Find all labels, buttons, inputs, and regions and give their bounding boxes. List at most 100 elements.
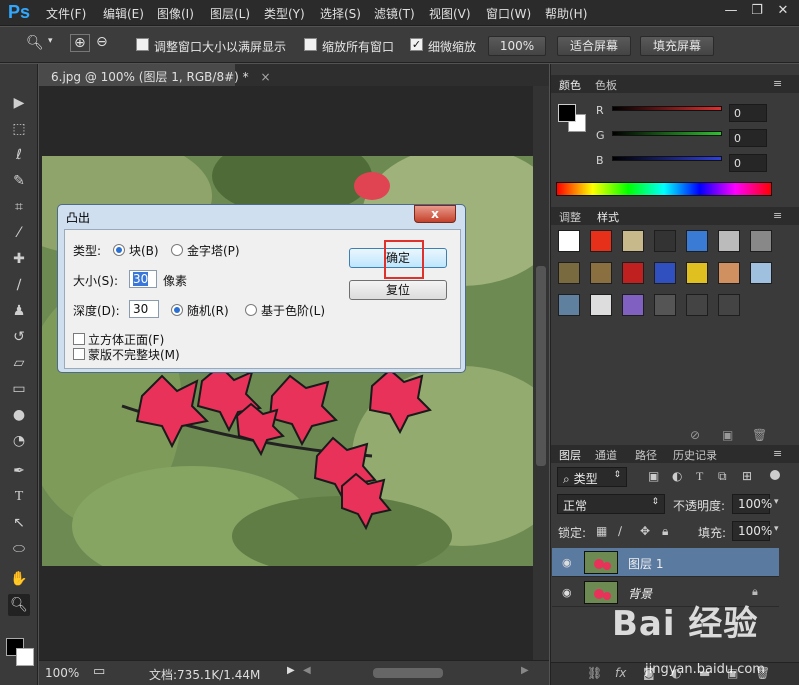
quick-select-tool-icon[interactable]: ✎	[8, 170, 30, 192]
type-block-label[interactable]: 块(B)	[129, 242, 159, 259]
pen-tool-icon[interactable]: ✒	[8, 460, 30, 482]
path-select-tool-icon[interactable]: ↖	[8, 512, 30, 534]
document-tab[interactable]: 6.jpg @ 100% (图层 1, RGB/8#) * ×	[39, 64, 271, 86]
lock-pixels-icon[interactable]: ∕	[618, 524, 622, 538]
menu-filter[interactable]: 滤镜(T)	[374, 5, 415, 22]
style-swatch[interactable]	[686, 230, 708, 252]
status-icon[interactable]: ▭	[93, 664, 105, 679]
blue-slider[interactable]	[612, 156, 722, 161]
marquee-tool-icon[interactable]: ⬚	[8, 118, 30, 140]
style-swatch[interactable]	[622, 262, 644, 284]
blue-value[interactable]: 0	[729, 154, 767, 172]
tab-styles[interactable]: 样式	[597, 209, 619, 225]
horizontal-scroll-thumb[interactable]	[373, 668, 443, 678]
blend-mode-dropdown[interactable]: 正常 ⇕	[557, 494, 665, 514]
style-swatch[interactable]	[558, 230, 580, 252]
style-swatch[interactable]	[750, 230, 772, 252]
lock-transparent-icon[interactable]: ▦	[596, 524, 607, 538]
type-pyramid-radio[interactable]	[171, 244, 183, 256]
tab-channels[interactable]: 通道	[595, 447, 617, 463]
percent-100-button[interactable]: 100%	[488, 36, 546, 56]
style-swatch[interactable]	[590, 262, 612, 284]
panel-menu-icon[interactable]: ≡	[773, 447, 782, 460]
menu-view[interactable]: 视图(V)	[429, 5, 471, 22]
depth-input[interactable]: 30	[129, 300, 159, 318]
menu-edit[interactable]: 编辑(E)	[103, 5, 144, 22]
filter-toggle-icon[interactable]	[770, 470, 780, 480]
dodge-tool-icon[interactable]: ◔	[8, 430, 30, 452]
chevron-down-icon[interactable]: ▾	[48, 36, 53, 46]
menu-type[interactable]: 类型(Y)	[264, 5, 305, 22]
eraser-tool-icon[interactable]: ▱	[8, 352, 30, 374]
zoom-tool-icon[interactable]: 🔍︎	[26, 35, 44, 51]
size-input[interactable]: 30	[129, 270, 157, 288]
filter-shape-icon[interactable]: ⧉	[718, 469, 727, 484]
brush-tool-icon[interactable]: ∕	[8, 274, 30, 296]
style-swatch[interactable]	[590, 294, 612, 316]
filter-smart-object-icon[interactable]: ⊞	[742, 469, 752, 483]
hand-tool-icon[interactable]: ✋	[8, 568, 30, 590]
menu-help[interactable]: 帮助(H)	[545, 5, 587, 22]
link-layers-icon[interactable]: ⛓	[587, 666, 602, 680]
tab-swatches[interactable]: 色板	[595, 77, 617, 93]
lock-all-icon[interactable]: 🔒︎	[662, 524, 668, 539]
filter-pixel-icon[interactable]: ▣	[648, 469, 659, 483]
filter-type-icon[interactable]: T	[696, 469, 703, 484]
lock-position-icon[interactable]: ✥	[640, 524, 650, 538]
tab-layers[interactable]: 图层	[559, 447, 581, 463]
tab-color[interactable]: 颜色	[559, 77, 581, 93]
move-tool-icon[interactable]: ▶	[8, 92, 30, 114]
lasso-tool-icon[interactable]: ℓ	[8, 144, 30, 166]
style-swatch[interactable]	[750, 262, 772, 284]
depth-random-label[interactable]: 随机(R)	[187, 302, 229, 319]
restore-icon[interactable]: ❐	[746, 2, 768, 20]
filter-adjustment-icon[interactable]: ◐	[672, 469, 682, 483]
blur-tool-icon[interactable]: ●	[8, 404, 30, 426]
scrubby-zoom-checkbox[interactable]: ✓	[410, 38, 423, 51]
red-slider[interactable]	[612, 106, 722, 111]
crop-tool-icon[interactable]: ⌗	[8, 196, 30, 218]
scroll-right-icon[interactable]: ▶	[521, 665, 529, 676]
tab-history[interactable]: 历史记录	[673, 447, 717, 463]
layer-row-layer1[interactable]: ◉ 图层 1	[552, 548, 779, 577]
opacity-input[interactable]: 100%	[732, 494, 772, 514]
dialog-close-button[interactable]: x	[414, 205, 456, 223]
new-style-icon[interactable]: ▣	[722, 428, 733, 442]
zoom-all-windows-checkbox[interactable]	[304, 38, 317, 51]
style-swatch[interactable]	[686, 294, 708, 316]
fill-dropdown-arrow-icon[interactable]: ▾	[774, 524, 779, 534]
layer-name[interactable]: 图层 1	[628, 555, 663, 572]
style-swatch[interactable]	[718, 262, 740, 284]
close-icon[interactable]: ✕	[772, 2, 794, 20]
style-swatch[interactable]	[590, 230, 612, 252]
fx-icon[interactable]: fx	[615, 666, 626, 680]
zoom-tool-active-icon[interactable]: 🔍︎	[8, 594, 30, 616]
style-swatch[interactable]	[718, 294, 740, 316]
trash-icon[interactable]: 🗑︎	[752, 428, 767, 442]
type-tool-icon[interactable]: T	[8, 486, 30, 508]
mask-incomplete-checkbox[interactable]	[73, 348, 85, 360]
panel-menu-icon[interactable]: ≡	[773, 209, 782, 222]
menu-window[interactable]: 窗口(W)	[486, 5, 531, 22]
mask-incomplete-label[interactable]: 蒙版不完整块(M)	[88, 346, 180, 363]
style-swatch[interactable]	[718, 230, 740, 252]
style-swatch[interactable]	[654, 262, 676, 284]
style-swatch[interactable]	[654, 230, 676, 252]
menu-layer[interactable]: 图层(L)	[210, 5, 250, 22]
close-tab-icon[interactable]: ×	[260, 70, 270, 84]
style-swatch[interactable]	[622, 230, 644, 252]
zoom-out-icon[interactable]: ⊖	[96, 34, 108, 50]
clone-stamp-tool-icon[interactable]: ♟	[8, 300, 30, 322]
green-slider[interactable]	[612, 131, 722, 136]
green-value[interactable]: 0	[729, 129, 767, 147]
menu-image[interactable]: 图像(I)	[157, 5, 194, 22]
zoom-level[interactable]: 100%	[45, 666, 79, 680]
healing-brush-tool-icon[interactable]: ✚	[8, 248, 30, 270]
eye-icon[interactable]: ◉	[562, 556, 572, 569]
gradient-tool-icon[interactable]: ▭	[8, 378, 30, 400]
reset-button[interactable]: 复位	[349, 280, 447, 300]
eyedropper-tool-icon[interactable]: ⁄	[8, 222, 30, 244]
layer-filter-dropdown[interactable]: ⌕ 类型 ⇕	[557, 467, 627, 487]
fit-screen-button[interactable]: 适合屏幕	[557, 36, 631, 56]
depth-level-label[interactable]: 基于色阶(L)	[261, 302, 325, 319]
